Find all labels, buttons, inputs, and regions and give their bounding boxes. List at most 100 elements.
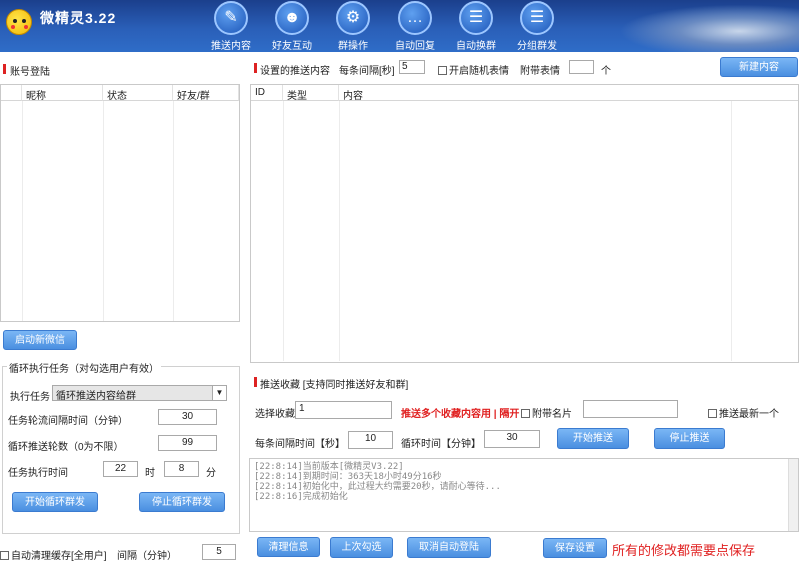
- push-content-title: 设置的推送内容: [260, 66, 330, 77]
- fav-hint: 推送多个收藏内容用 | 隔开: [401, 409, 520, 420]
- chevron-down-icon[interactable]: ▼: [212, 386, 226, 400]
- fav-interval-label: 每条间隔时间【秒】: [255, 439, 345, 450]
- nav-friend-interact[interactable]: ☻ 好友互动: [262, 0, 322, 52]
- select-fav-label: 选择收藏: [255, 409, 295, 420]
- interval-label: 任务轮流间隔时间（分钟）: [8, 416, 128, 427]
- log-scrollbar[interactable]: [788, 459, 798, 531]
- new-content-button[interactable]: 新建内容: [720, 57, 798, 77]
- minute-input[interactable]: 8: [164, 461, 199, 477]
- grid-line: [339, 101, 340, 361]
- start-loop-send-button[interactable]: 开始循环群发: [12, 492, 98, 512]
- nav-label: 自动回复: [395, 41, 435, 52]
- task-select-value: 循环推送内容给群: [56, 391, 136, 402]
- checkbox-icon[interactable]: [0, 551, 9, 560]
- hour-input[interactable]: 22: [103, 461, 138, 477]
- per-interval-input[interactable]: 5: [399, 60, 425, 74]
- section-marker: [254, 63, 257, 73]
- column-header-friends-groups[interactable]: 好友/群: [173, 85, 239, 102]
- chat-icon: …: [398, 1, 432, 35]
- grid-line: [103, 101, 104, 321]
- section-marker: [3, 64, 6, 74]
- checkbox-icon[interactable]: [708, 409, 717, 418]
- nav-label: 自动换群: [456, 41, 496, 52]
- save-settings-button[interactable]: 保存设置: [543, 538, 607, 558]
- interval-input[interactable]: 30: [158, 409, 217, 425]
- rounds-label: 循环推送轮数（0为不限）: [8, 442, 124, 453]
- grid-line: [22, 101, 23, 321]
- app-title: 微精灵3.22: [40, 10, 117, 26]
- group-chat-icon: ☰: [520, 1, 554, 35]
- fav-push-title: 推送收藏 [支持同时推送好友和群]: [260, 380, 409, 391]
- fav-loop-input[interactable]: 30: [484, 430, 540, 448]
- task-select[interactable]: 循环推送内容给群 ▼: [52, 385, 227, 402]
- nav-push-content[interactable]: ✎ 推送内容: [201, 0, 261, 52]
- column-header-type[interactable]: 类型: [283, 85, 339, 102]
- save-notice: 所有的修改都需要点保存: [612, 543, 756, 558]
- grid-line: [731, 101, 732, 361]
- log-panel[interactable]: [22:8:14]当前版本[微精灵V3.22] [22:8:14]到期时间：36…: [249, 458, 799, 532]
- nav-label: 好友互动: [272, 41, 312, 52]
- clear-interval-input[interactable]: 5: [202, 544, 236, 560]
- log-line: [22:8:16]完成初始化: [254, 492, 348, 502]
- nav-group-send[interactable]: ☰ 分组群发: [507, 0, 567, 52]
- stop-push-button[interactable]: 停止推送: [654, 428, 725, 449]
- decorative-banner: [599, 0, 799, 52]
- clear-info-button[interactable]: 清理信息: [257, 537, 320, 557]
- column-header-id[interactable]: ID: [251, 85, 283, 101]
- attach-emoji-input[interactable]: [569, 60, 594, 74]
- checkbox-icon[interactable]: [438, 66, 447, 75]
- attach-emoji-unit: 个: [601, 66, 611, 77]
- nav-label: 群操作: [338, 41, 368, 52]
- fav-loop-label: 循环时间【分钟】: [401, 439, 481, 450]
- exec-time-label: 任务执行时间: [8, 468, 68, 479]
- push-latest-checkbox[interactable]: 推送最新一个: [708, 405, 779, 420]
- chat-switch-icon: ☰: [459, 1, 493, 35]
- minute-unit: 分: [206, 468, 216, 479]
- nav-auto-switch-group[interactable]: ☰ 自动换群: [446, 0, 506, 52]
- push-content-table[interactable]: ID 类型 内容: [250, 84, 799, 363]
- grid-line: [283, 101, 284, 361]
- auto-clear-cache-checkbox[interactable]: 自动清理缓存[全用户]: [0, 547, 107, 562]
- log-line: [22:8:14]到期时间：363天18小时49分16秒: [254, 472, 442, 482]
- header-bar: 微精灵3.22 ✎ 推送内容 ☻ 好友互动 ⚙ 群操作 … 自动回复 ☰ 自动换…: [0, 0, 799, 52]
- log-line: [22:8:14]当前版本[微精灵V3.22]: [254, 462, 404, 472]
- account-table[interactable]: 昵称 状态 好友/群: [0, 84, 240, 322]
- nav-group-ops[interactable]: ⚙ 群操作: [323, 0, 383, 52]
- paper-plane-icon: ✎: [214, 1, 248, 35]
- cancel-auto-login-button[interactable]: 取消自动登陆: [407, 537, 491, 558]
- stop-loop-send-button[interactable]: 停止循环群发: [139, 492, 225, 512]
- random-emoji-checkbox[interactable]: 开启随机表情: [438, 62, 509, 77]
- hour-unit: 时: [145, 468, 155, 479]
- random-emoji-label: 开启随机表情: [449, 66, 509, 77]
- loop-task-title: 循环执行任务（对勾选用户有效）: [7, 360, 161, 375]
- users-icon: ☻: [275, 1, 309, 35]
- column-header-nickname[interactable]: 昵称: [22, 85, 103, 102]
- log-line: [22:8:14]初始化中，此过程大约需要20秒，请耐心等待...: [254, 482, 501, 492]
- card-input[interactable]: [583, 400, 678, 418]
- app-logo-icon: [6, 9, 32, 35]
- checkbox-icon[interactable]: [521, 409, 530, 418]
- task-label: 执行任务: [10, 392, 50, 403]
- table-header: [1, 85, 22, 101]
- push-latest-label: 推送最新一个: [719, 409, 779, 420]
- last-checked-button[interactable]: 上次勾选: [330, 537, 393, 558]
- attach-card-checkbox[interactable]: 附带名片: [521, 405, 572, 420]
- column-header-content[interactable]: 内容: [339, 85, 798, 102]
- nav-auto-reply[interactable]: … 自动回复: [385, 0, 445, 52]
- select-fav-input[interactable]: 1: [295, 401, 392, 419]
- grid-line: [173, 101, 174, 321]
- fav-interval-input[interactable]: 10: [348, 431, 393, 449]
- attach-card-label: 附带名片: [532, 409, 572, 420]
- clear-interval-label: 间隔（分钟）: [117, 551, 177, 562]
- start-new-wechat-button[interactable]: 启动新微信: [3, 330, 77, 350]
- gear-icon: ⚙: [336, 1, 370, 35]
- column-header-status[interactable]: 状态: [103, 85, 173, 102]
- attach-emoji-label: 附带表情: [520, 66, 560, 77]
- rounds-input[interactable]: 99: [158, 435, 217, 451]
- account-login-title: 账号登陆: [10, 67, 50, 78]
- section-marker: [254, 377, 257, 387]
- start-push-button[interactable]: 开始推送: [557, 428, 629, 449]
- nav-label: 分组群发: [517, 41, 557, 52]
- auto-clear-label: 自动清理缓存[全用户]: [11, 551, 107, 562]
- nav-label: 推送内容: [211, 41, 251, 52]
